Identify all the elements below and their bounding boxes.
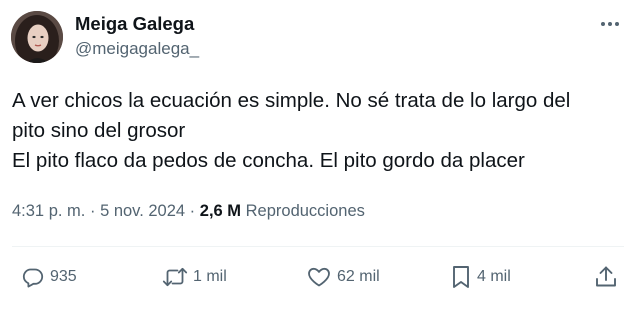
meta-separator: ·	[89, 202, 96, 220]
post-time[interactable]: 4:31 p. m.	[12, 202, 85, 220]
views-label: Reproducciones	[245, 202, 365, 220]
divider	[12, 246, 624, 247]
post-date[interactable]: 5 nov. 2024	[100, 202, 185, 220]
reply-bubble-icon	[22, 268, 44, 288]
bookmark-count: 4 mil	[477, 268, 511, 285]
meta-separator: ·	[189, 202, 196, 220]
share-upload-icon	[596, 266, 616, 287]
more-horizontal-icon	[601, 22, 619, 26]
more-options-button[interactable]	[597, 14, 623, 34]
tweet-card: Meiga Galega @meigagalega_ A ver chicos …	[0, 0, 633, 318]
avatar[interactable]	[11, 11, 63, 63]
heart-icon	[308, 267, 330, 287]
author-display-name[interactable]: Meiga Galega	[75, 12, 194, 36]
post-line: El pito flaco da pedos de concha. El pit…	[12, 149, 525, 172]
bookmark-icon	[453, 266, 469, 288]
share-button[interactable]	[594, 262, 618, 292]
like-count: 62 mil	[337, 268, 380, 285]
like-button[interactable]: 62 mil	[306, 262, 380, 292]
views-count: 2,6 M	[199, 202, 242, 220]
repost-arrows-icon	[162, 267, 188, 287]
reply-count: 935	[50, 268, 77, 285]
avatar-image	[11, 11, 63, 63]
repost-count: 1 mil	[193, 268, 227, 285]
post-line: pito sino del grosor	[12, 119, 186, 142]
repost-button[interactable]: 1 mil	[162, 262, 227, 292]
author-handle[interactable]: @meigagalega_	[75, 38, 199, 60]
reply-button[interactable]: 935	[21, 262, 77, 292]
post-metadata: 4:31 p. m. · 5 nov. 2024 · 2,6 M Reprodu…	[12, 200, 365, 222]
post-line: A ver chicos la ecuación es simple. No s…	[12, 89, 571, 112]
bookmark-button[interactable]: 4 mil	[450, 262, 511, 292]
post-text: A ver chicos la ecuación es simple. No s…	[12, 86, 624, 176]
